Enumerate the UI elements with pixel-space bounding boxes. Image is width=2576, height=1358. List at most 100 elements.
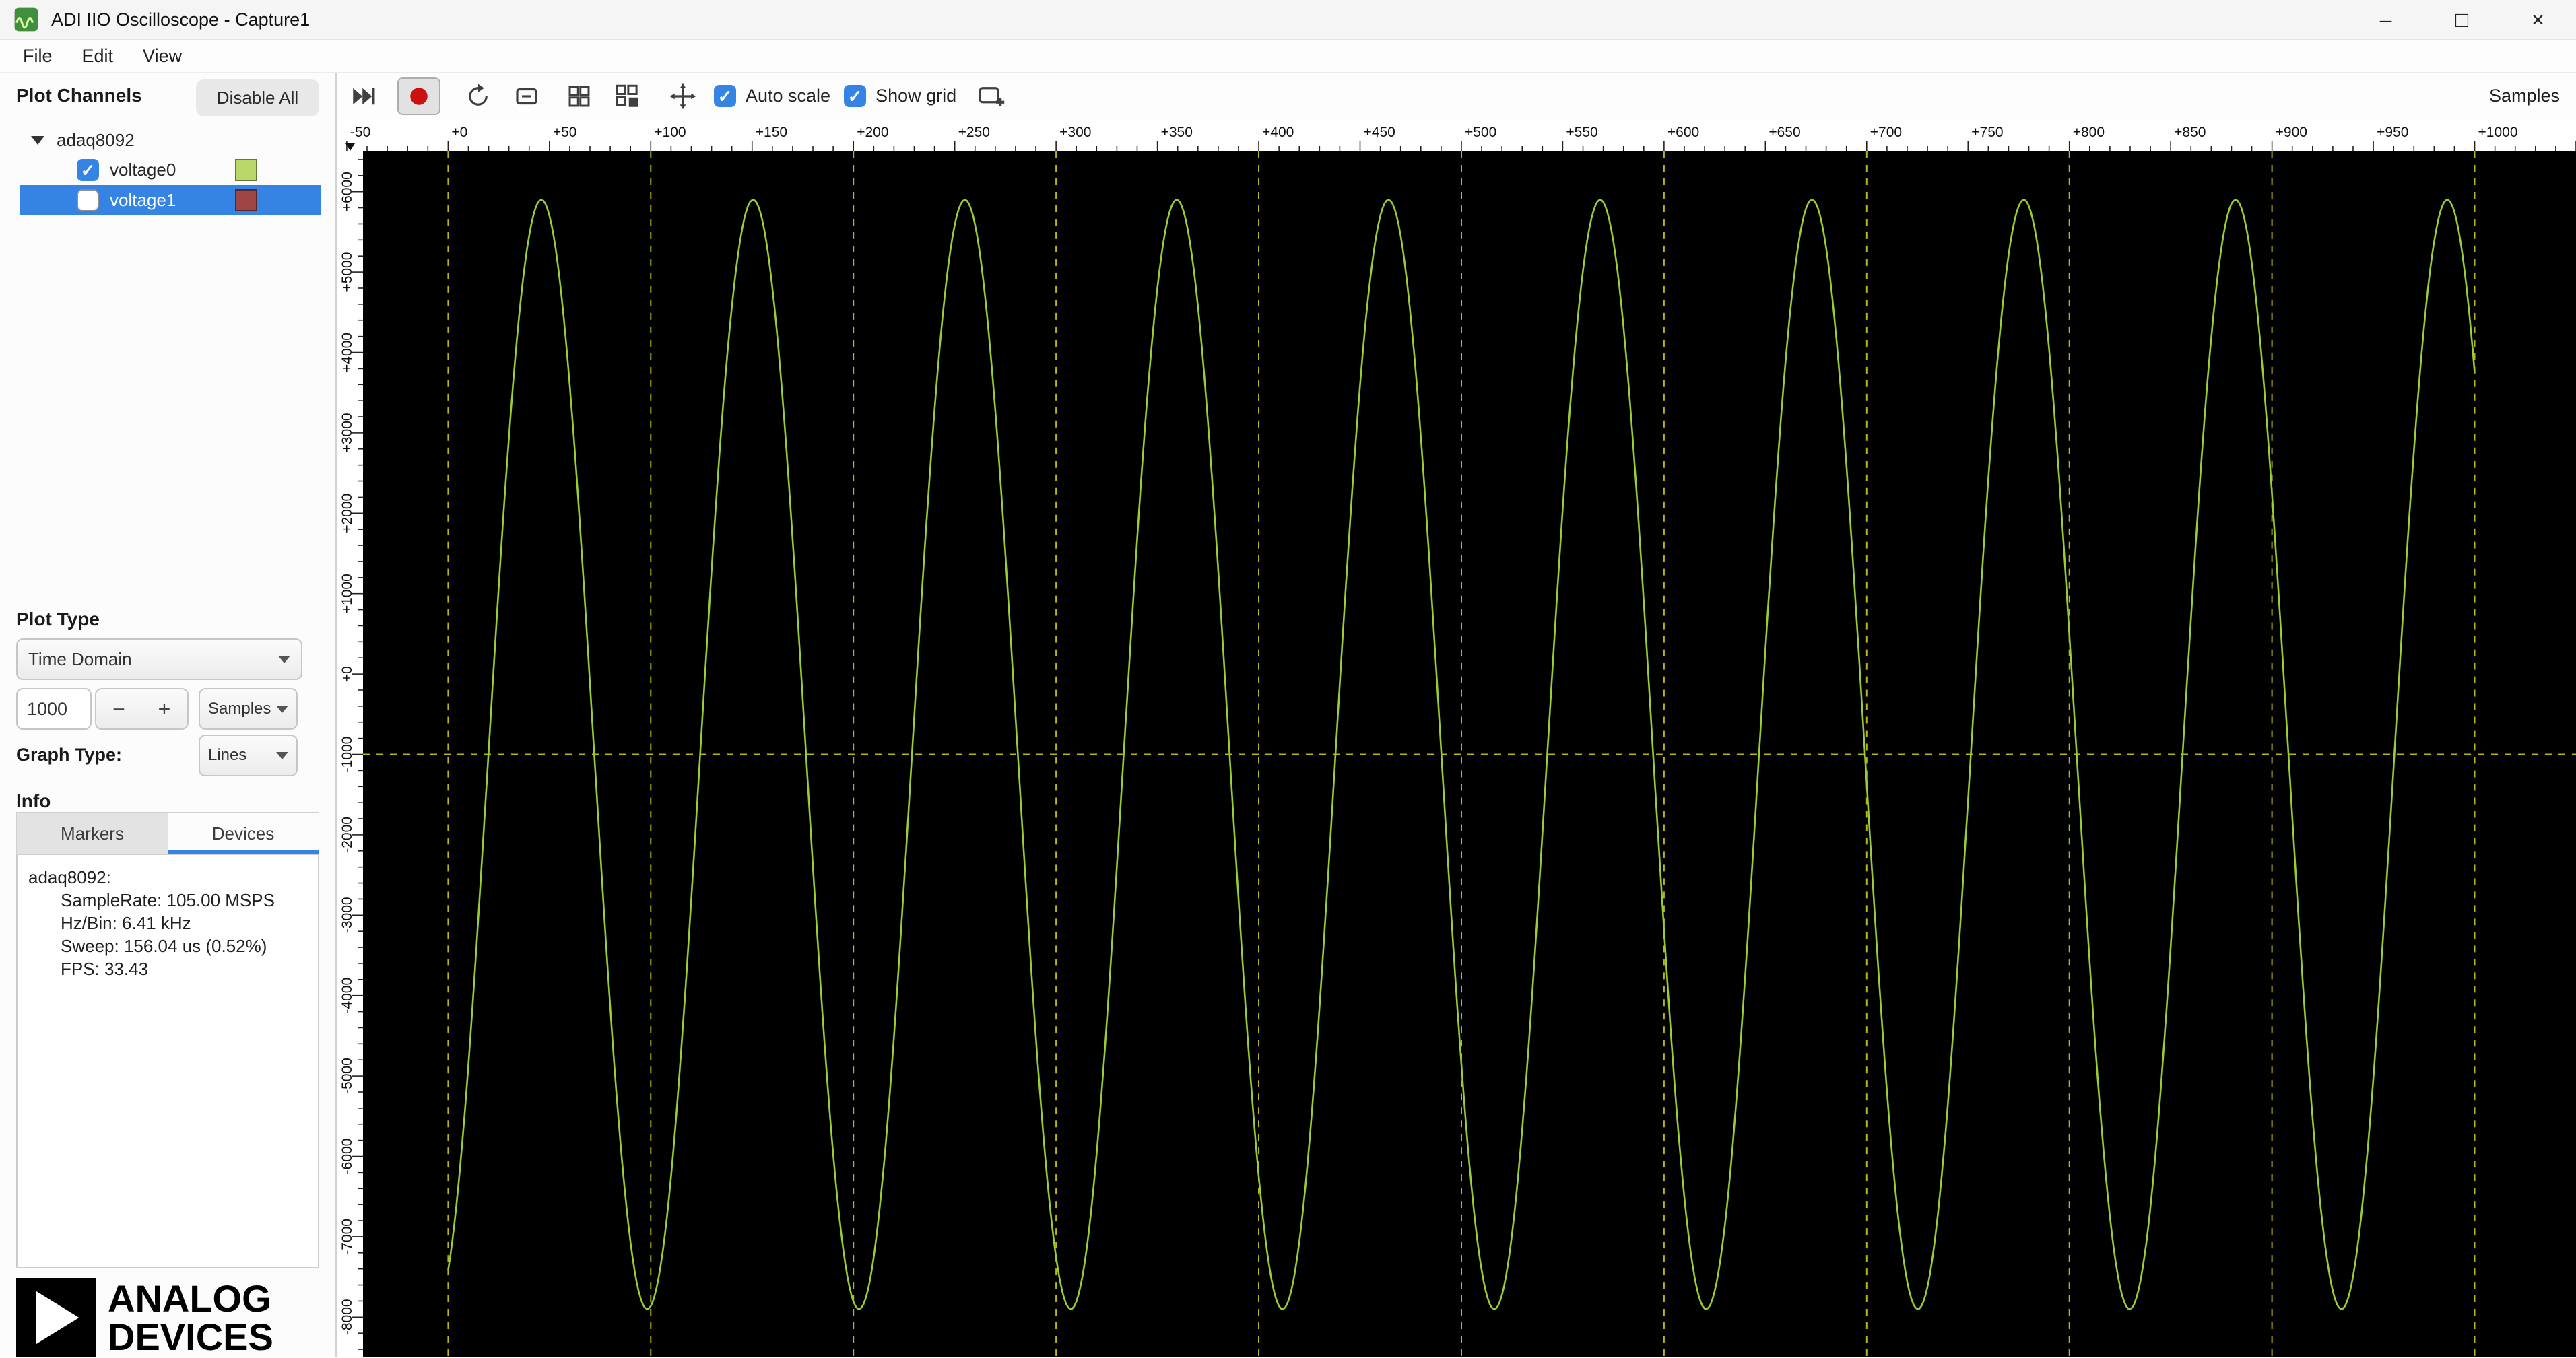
svg-text:+300: +300 [1059, 125, 1091, 140]
expander-icon[interactable] [31, 136, 44, 145]
voltage0-checkbox[interactable]: ✓ [77, 159, 99, 181]
svg-text:+850: +850 [2174, 125, 2206, 140]
svg-text:+700: +700 [1870, 125, 1902, 140]
plot-channels-label: Plot Channels [16, 85, 142, 106]
svg-text:+2000: +2000 [339, 494, 355, 533]
skip-end-icon[interactable] [346, 79, 381, 114]
graph-type-select[interactable]: Lines [199, 735, 298, 776]
svg-text:+100: +100 [654, 125, 686, 140]
menu-file[interactable]: File [8, 40, 67, 72]
sample-unit-value: Samples [208, 700, 271, 718]
new-plot-icon[interactable] [974, 79, 1009, 114]
svg-text:+600: +600 [1667, 125, 1699, 140]
menu-view[interactable]: View [128, 40, 197, 72]
title-bar: ADI IIO Oscilloscope - Capture1 – □ × [0, 0, 2576, 40]
zoom-out-icon[interactable] [509, 79, 544, 114]
auto-scale-group: ✓ Auto scale [714, 85, 830, 107]
channel-row-voltage0[interactable]: ✓ voltage0 [20, 155, 321, 185]
svg-text:-1000: -1000 [339, 737, 355, 773]
device-info-fps: FPS: 33.43 [61, 959, 149, 979]
svg-text:+200: +200 [857, 125, 888, 140]
device-info-samplerate: SampleRate: 105.00 MSPS [61, 890, 275, 910]
chevron-down-icon [276, 751, 288, 759]
device-info-hzbin: Hz/Bin: 6.41 kHz [61, 913, 191, 933]
chevron-down-icon [278, 655, 290, 663]
info-tabs: Markers Devices [16, 812, 319, 855]
svg-text:+900: +900 [2276, 125, 2307, 140]
record-button[interactable] [397, 77, 440, 115]
voltage1-checkbox[interactable]: ✓ [77, 189, 99, 211]
svg-text:+250: +250 [958, 125, 990, 140]
svg-text:+6000: +6000 [339, 172, 355, 211]
export-icon[interactable] [610, 79, 645, 114]
svg-text:+0: +0 [451, 125, 467, 140]
svg-text:-6000: -6000 [339, 1139, 355, 1175]
analog-devices-logo-icon [16, 1278, 96, 1357]
device-info-sweep: Sweep: 156.04 us (0.52%) [61, 936, 267, 956]
svg-text:-2000: -2000 [339, 817, 355, 853]
svg-text:+1000: +1000 [339, 574, 355, 613]
channel-name-voltage0: voltage0 [110, 160, 176, 180]
menu-edit[interactable]: Edit [67, 40, 129, 72]
svg-text:+800: +800 [2073, 125, 2105, 140]
device-info-title: adaq8092: [28, 867, 111, 887]
svg-text:+400: +400 [1262, 125, 1294, 140]
svg-text:+1000: +1000 [2478, 125, 2518, 140]
tab-devices[interactable]: Devices [168, 813, 319, 854]
svg-text:+3000: +3000 [339, 413, 355, 452]
plot-type-label: Plot Type [16, 609, 100, 630]
window-title: ADI IIO Oscilloscope - Capture1 [51, 9, 310, 30]
svg-text:+950: +950 [2377, 125, 2408, 140]
svg-text:+4000: +4000 [339, 333, 355, 372]
svg-text:+550: +550 [1566, 125, 1597, 140]
svg-text:-8000: -8000 [339, 1299, 355, 1335]
svg-text:-3000: -3000 [339, 897, 355, 933]
graph-type-label: Graph Type: [16, 745, 123, 765]
svg-text:+350: +350 [1161, 125, 1193, 140]
channel-color-swatch-voltage0[interactable] [235, 159, 257, 181]
pan-icon[interactable] [665, 79, 700, 114]
svg-text:+750: +750 [1971, 125, 2003, 140]
svg-text:+5000: +5000 [339, 252, 355, 292]
minimize-button[interactable]: – [2348, 0, 2424, 39]
svg-text:-50: -50 [350, 125, 370, 140]
zoom-fit-icon[interactable] [562, 79, 597, 114]
analog-devices-wordmark: ANALOG DEVICES [108, 1277, 273, 1358]
tab-markers[interactable]: Markers [17, 813, 168, 854]
plot-type-value: Time Domain [28, 648, 132, 669]
left-ruler: -8000 -7000 -6000 -5000 -4000 -3000 -2000 -1000… [337, 151, 363, 1357]
decrement-button[interactable]: − [95, 688, 143, 730]
show-grid-group: ✓ Show grid [844, 85, 956, 107]
channel-color-swatch-voltage1[interactable] [235, 189, 257, 211]
plot-area: -8000 -7000 -6000 -5000 -4000 -3000 -2000 -1000… [337, 151, 2576, 1357]
svg-text:+50: +50 [553, 125, 577, 140]
restart-icon[interactable] [461, 79, 496, 114]
svg-text:-5000: -5000 [339, 1058, 355, 1094]
plot-type-select[interactable]: Time Domain [16, 638, 302, 680]
svg-text:+650: +650 [1769, 125, 1800, 140]
samples-axis-label: Samples [2488, 86, 2560, 106]
svg-text:+0: +0 [339, 666, 355, 682]
svg-text:-4000: -4000 [339, 978, 355, 1014]
disable-all-button[interactable]: Disable All [196, 79, 319, 116]
window-controls: – □ × [2348, 0, 2576, 39]
sample-unit-select[interactable]: Samples [199, 688, 298, 730]
increment-button[interactable]: + [141, 688, 189, 730]
close-button[interactable]: × [2500, 0, 2576, 39]
maximize-button[interactable]: □ [2424, 0, 2500, 39]
auto-scale-label: Auto scale [746, 86, 831, 106]
auto-scale-checkbox[interactable]: ✓ [714, 85, 736, 107]
channel-name-voltage1: voltage1 [110, 190, 176, 210]
svg-text:+450: +450 [1364, 125, 1395, 140]
svg-text:+150: +150 [756, 125, 787, 140]
show-grid-label: Show grid [876, 86, 957, 106]
device-info-panel: adaq8092: SampleRate: 105.00 MSPS Hz/Bin… [16, 855, 319, 1268]
plot-canvas[interactable] [363, 151, 2576, 1357]
top-ruler: -50 +0 +50 +100 +150 +200 +250 +300 +350 +400 +450… [337, 119, 2576, 151]
channel-row-voltage1[interactable]: ✓ voltage1 [20, 185, 321, 215]
show-grid-checkbox[interactable]: ✓ [844, 85, 867, 107]
svg-text:+500: +500 [1465, 125, 1496, 140]
device-tree-row[interactable]: adaq8092 [20, 125, 321, 156]
info-label: Info [16, 790, 51, 811]
sample-count-input[interactable] [16, 688, 92, 730]
